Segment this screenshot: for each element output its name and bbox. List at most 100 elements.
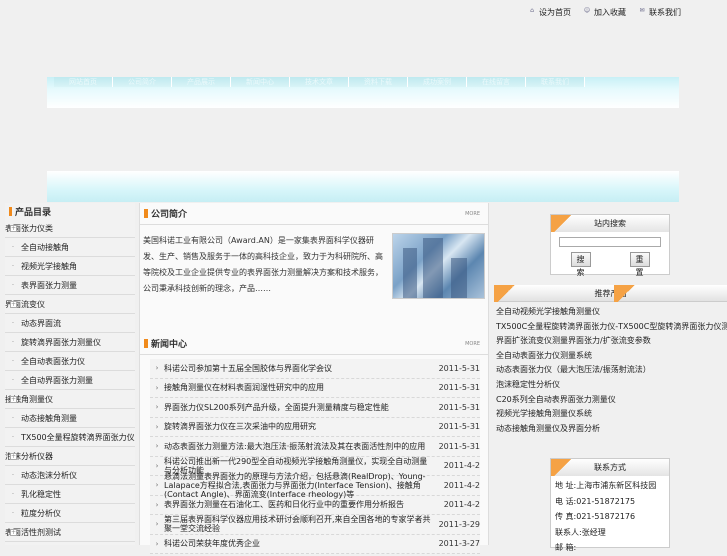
user-icon: ☺ bbox=[583, 7, 591, 14]
top-link-0[interactable]: ⌂ 设为首页 bbox=[525, 6, 574, 18]
news-header: 新闻中心 MORE bbox=[140, 333, 488, 355]
nav-item-0[interactable]: 网站首页 bbox=[54, 77, 113, 87]
top-link-1[interactable]: ☺ 加入收藏 bbox=[580, 6, 629, 18]
category-sidebar: 产品目录 + 表面张力仪类 · 全自动接触角 · 视频光学接触角 · 表界面张力测量 + 界面流变… bbox=[5, 203, 135, 545]
news-item[interactable]: › 动态表面张力测量方法:最大泡压法·振荡射流法及其在表面活性剂中的应用 2011-… bbox=[150, 437, 480, 457]
tab-decoration bbox=[551, 215, 575, 232]
recommend-item[interactable]: TX500C全量程旋转滴界面张力仪-TX500C型旋转滴界面张力仪测量超低界面张… bbox=[496, 320, 727, 335]
category-item[interactable]: · 粒度分析仪 bbox=[5, 504, 135, 523]
category-item[interactable]: · 全自动表面张力仪 bbox=[5, 352, 135, 371]
top-link-2[interactable]: ✉ 联系我们 bbox=[635, 6, 684, 18]
category-label: 全自动界面张力测量 bbox=[21, 375, 93, 385]
recommend-header: 推荐产品 bbox=[494, 285, 727, 302]
search-title: 站内搜索 bbox=[594, 219, 626, 228]
recommend-item[interactable]: 界面扩张流变仪测量界面张力/扩张流变参数 bbox=[496, 334, 727, 349]
category-label: 动态界面流 bbox=[21, 318, 61, 328]
nav-item-8[interactable]: 联系我们 bbox=[526, 77, 585, 87]
main-content: 公司简介 MORE 美国科诺工业有限公司（Award.AN）是一家集表界面科学仪… bbox=[139, 203, 489, 554]
arrow-icon: › bbox=[155, 481, 159, 490]
arrow-icon: › bbox=[155, 500, 159, 509]
secondary-banner bbox=[47, 171, 679, 202]
arrow-icon: › bbox=[155, 442, 159, 451]
nav-item-5[interactable]: 资料下载 bbox=[349, 77, 408, 87]
category-item[interactable]: · 乳化稳定性 bbox=[5, 485, 135, 504]
expand-icon: + bbox=[10, 224, 17, 232]
building-image bbox=[392, 233, 485, 299]
bullet-icon: · bbox=[11, 471, 15, 479]
news-item[interactable]: › 旋转滴界面张力仪在三次采油中的应用研究 2011-5-31 bbox=[150, 417, 480, 437]
header-marker bbox=[9, 206, 12, 216]
news-date: 2011-4-2 bbox=[443, 480, 480, 490]
arrow-icon: › bbox=[155, 422, 159, 431]
recommend-item[interactable]: 动态接触角测量仪及界面分析 bbox=[496, 422, 727, 437]
search-button[interactable]: 搜 索 bbox=[570, 252, 591, 277]
news-item[interactable]: › 第三届表界面科学仪器应用技术研讨会顺利召开,来自全国各地的专家学者共聚一堂交流… bbox=[150, 515, 480, 535]
main-nav: 网站首页 公司简介 产品展示 新闻中心 技术文章 资料下载 成功案例 在线留言 联系我们 bbox=[54, 77, 585, 87]
category-item[interactable]: · 视频光学接触角 bbox=[5, 257, 135, 276]
category-item[interactable]: · 全自动接触角 bbox=[5, 238, 135, 257]
category-label: TX500全量程旋转滴界面张力仪 bbox=[21, 432, 135, 442]
arrow-icon: › bbox=[155, 383, 159, 392]
recommend-item[interactable]: 动态表面张力仪（最大泡压法/振荡射流法） bbox=[496, 363, 727, 378]
category-label: 粒度分析仪 bbox=[21, 508, 61, 518]
nav-item-1[interactable]: 公司简介 bbox=[113, 77, 172, 87]
news-date: 2011-5-31 bbox=[438, 422, 480, 432]
bullet-icon: · bbox=[11, 490, 15, 498]
news-title: 动态表面张力测量方法:最大泡压法·振荡射流法及其在表面活性剂中的应用 bbox=[164, 441, 426, 451]
top-link-label: 加入收藏 bbox=[594, 7, 626, 17]
bullet-icon: · bbox=[11, 281, 15, 289]
tab-decoration bbox=[551, 459, 575, 476]
nav-item-6[interactable]: 成功案例 bbox=[408, 77, 467, 87]
category-item[interactable]: + 表面活性剂测试 bbox=[5, 523, 135, 542]
category-label: 全自动表面张力仪 bbox=[21, 356, 85, 366]
category-item[interactable]: · 动态接触角测量 bbox=[5, 409, 135, 428]
about-title: 公司简介 bbox=[151, 210, 188, 220]
news-date: 2011-5-31 bbox=[438, 402, 480, 412]
bullet-icon: · bbox=[11, 414, 15, 422]
search-box: 站内搜索 搜 索 重 置 bbox=[550, 214, 670, 277]
recommend-item[interactable]: 全自动视频光学接触角测量仪 bbox=[496, 305, 727, 320]
about-more-link[interactable]: MORE bbox=[465, 211, 480, 217]
news-item[interactable]: › 悬滴法测量表界面张力的原理与方法介绍，包括悬滴(RealDrop)、Young… bbox=[150, 472, 480, 499]
contact-line: 传 真:021-51872176 bbox=[555, 512, 636, 521]
category-item[interactable]: + 泡沫分析仪器 bbox=[5, 447, 135, 466]
news-title: 科诺公司荣获年度优秀企业 bbox=[164, 539, 260, 549]
top-link-label: 联系我们 bbox=[649, 7, 681, 17]
reset-button[interactable]: 重 置 bbox=[629, 252, 650, 277]
news-item[interactable]: › 接触角测量仪在材料表面润湿性研究中的应用 2011-5-31 bbox=[150, 378, 480, 398]
category-item[interactable]: · 旋转滴界面张力测量仪 bbox=[5, 333, 135, 352]
category-label: 表界面张力测量 bbox=[21, 280, 77, 290]
category-item[interactable]: · 动态泡沫分析仪 bbox=[5, 466, 135, 485]
news-item[interactable]: › 界面张力仪SL200系列产品升级，全面提升测量精度与稳定性能 2011-5-31 bbox=[150, 398, 480, 418]
arrow-icon: › bbox=[155, 520, 159, 529]
nav-item-7[interactable]: 在线留言 bbox=[467, 77, 526, 87]
nav-item-2[interactable]: 产品展示 bbox=[172, 77, 231, 87]
recommend-item[interactable]: 视频光学接触角测量仪系统 bbox=[496, 407, 727, 422]
category-item[interactable]: + 接触角测量仪 bbox=[5, 390, 135, 409]
recommend-item[interactable]: 全自动表面张力仪测量系统 bbox=[496, 349, 727, 364]
mail-icon: ✉ bbox=[639, 7, 645, 14]
category-item[interactable]: · 全自动界面张力测量 bbox=[5, 371, 135, 390]
contact-line: 邮 箱: bbox=[555, 543, 577, 552]
about-section: 美国科诺工业有限公司（Award.AN）是一家集表界面科学仪器研发、生产、销售及… bbox=[140, 225, 488, 325]
about-text: 美国科诺工业有限公司（Award.AN）是一家集表界面科学仪器研发、生产、销售及… bbox=[143, 236, 383, 293]
search-input[interactable] bbox=[559, 237, 661, 247]
bullet-icon: · bbox=[11, 262, 15, 270]
category-item[interactable]: · 动态界面流 bbox=[5, 314, 135, 333]
news-title: 接触角测量仪在材料表面润湿性研究中的应用 bbox=[164, 383, 324, 393]
news-item[interactable]: › 科诺公司参加第十五届全国胶体与界面化学会议 2011-5-31 bbox=[150, 359, 480, 379]
category-item[interactable]: + 界面流变仪 bbox=[5, 295, 135, 314]
news-title: 新闻中心 bbox=[151, 340, 188, 350]
nav-item-3[interactable]: 新闻中心 bbox=[231, 77, 290, 87]
news-date: 2011-3-29 bbox=[438, 519, 480, 529]
category-item[interactable]: · 表界面张力测量 bbox=[5, 276, 135, 295]
nav-item-4[interactable]: 技术文章 bbox=[290, 77, 349, 87]
search-header: 站内搜索 bbox=[551, 215, 669, 232]
news-more-link[interactable]: MORE bbox=[465, 341, 480, 347]
recommend-item[interactable]: C20系列全自动表界面张力测量仪 bbox=[496, 393, 727, 408]
top-link-label: 设为首页 bbox=[539, 7, 571, 17]
news-item[interactable]: › 科诺公司荣获年度优秀企业 2011-3-27 bbox=[150, 534, 480, 554]
recommend-item[interactable]: 泡沫稳定性分析仪 bbox=[496, 378, 727, 393]
category-item[interactable]: · TX500全量程旋转滴界面张力仪 bbox=[5, 428, 135, 447]
category-item[interactable]: + 表面张力仪类 bbox=[5, 219, 135, 238]
